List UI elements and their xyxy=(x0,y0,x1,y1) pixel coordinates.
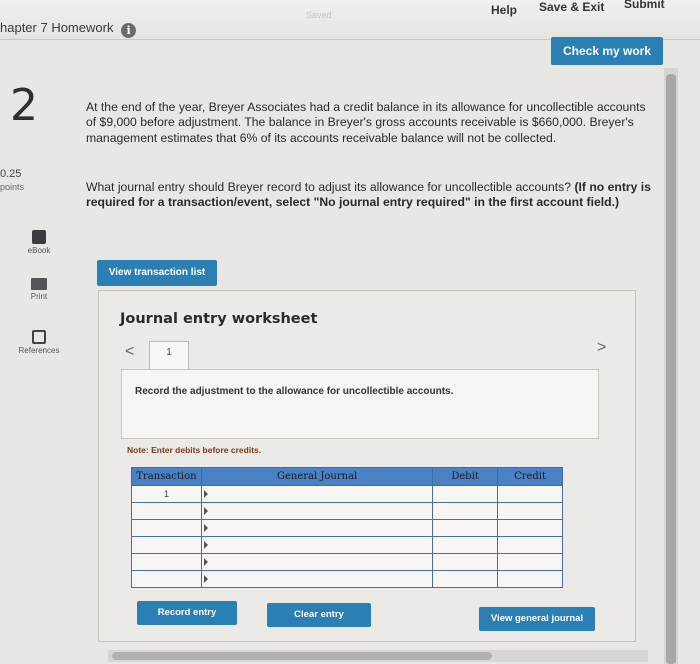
column-header-debit: Debit xyxy=(432,467,499,486)
sidebar-item-print[interactable]: Print xyxy=(4,278,74,301)
table-row xyxy=(131,570,563,588)
print-icon xyxy=(31,278,47,290)
view-general-journal-button[interactable]: View general journal xyxy=(479,607,595,631)
account-select[interactable] xyxy=(200,502,434,520)
journal-entry-worksheet: Journal entry worksheet < 1 > Record the… xyxy=(98,290,636,642)
debit-input[interactable] xyxy=(432,502,499,520)
sidebar-item-ebook[interactable]: eBook xyxy=(4,230,74,255)
instruction-text: Record the adjustment to the allowance f… xyxy=(135,386,454,397)
question-prompt: What journal entry should Breyer record … xyxy=(86,180,656,211)
credit-input[interactable] xyxy=(497,519,563,537)
question-body: At the end of the year, Breyer Associate… xyxy=(86,100,646,145)
sidebar-item-references[interactable]: References xyxy=(4,330,74,355)
instruction-box: Record the adjustment to the allowance f… xyxy=(121,369,599,439)
table-row: 1 xyxy=(131,485,563,503)
submit-link[interactable]: Submit xyxy=(624,0,665,11)
saved-indicator: Saved xyxy=(306,10,332,20)
clear-entry-button[interactable]: Clear entry xyxy=(267,603,371,627)
view-transaction-list-button[interactable]: View transaction list xyxy=(97,260,217,286)
note-text: Note: Enter debits before credits. xyxy=(127,445,262,455)
sidebar-item-label: References xyxy=(18,346,60,355)
transaction-cell xyxy=(131,570,202,588)
transaction-cell xyxy=(131,553,202,571)
column-header-transaction: Transaction xyxy=(131,467,202,486)
journal-table: Transaction General Journal Debit Credit… xyxy=(131,467,563,588)
chapter-title-text: hapter 7 Homework xyxy=(0,20,114,35)
next-arrow-icon[interactable]: > xyxy=(597,339,606,357)
help-link[interactable]: Help xyxy=(491,3,517,17)
transaction-cell xyxy=(131,536,202,554)
credit-input[interactable] xyxy=(497,570,563,588)
vertical-scrollbar[interactable] xyxy=(664,68,678,664)
prompt-text: What journal entry should Breyer record … xyxy=(86,180,575,194)
credit-input[interactable] xyxy=(497,536,563,554)
save-exit-link[interactable]: Save & Exit xyxy=(539,0,604,14)
vertical-scroll-thumb[interactable] xyxy=(666,74,676,664)
transaction-cell xyxy=(131,519,202,537)
check-my-work-button[interactable]: Check my work xyxy=(551,37,663,65)
points-value: 0.25 xyxy=(0,168,22,180)
account-select[interactable] xyxy=(200,485,434,503)
account-select[interactable] xyxy=(200,570,434,588)
prev-arrow-icon[interactable]: < xyxy=(125,343,134,361)
table-row xyxy=(131,502,563,520)
account-select[interactable] xyxy=(200,553,434,571)
debit-input[interactable] xyxy=(432,570,499,588)
debit-input[interactable] xyxy=(432,519,499,537)
debit-input[interactable] xyxy=(432,485,499,503)
table-row xyxy=(131,536,563,554)
references-icon xyxy=(32,330,46,344)
column-header-general-journal: General Journal xyxy=(200,467,434,486)
credit-input[interactable] xyxy=(497,502,563,520)
worksheet-title: Journal entry worksheet xyxy=(120,311,318,327)
credit-input[interactable] xyxy=(497,553,563,571)
horizontal-scrollbar[interactable] xyxy=(108,650,648,662)
table-row xyxy=(131,519,563,537)
sidebar-item-label: eBook xyxy=(27,246,51,255)
account-select[interactable] xyxy=(200,519,434,537)
tab-1[interactable]: 1 xyxy=(149,341,189,369)
info-icon[interactable]: i xyxy=(121,23,137,38)
points-label: points xyxy=(0,182,25,192)
record-entry-button[interactable]: Record entry xyxy=(137,601,237,625)
credit-input[interactable] xyxy=(497,485,563,503)
ebook-icon xyxy=(32,230,46,244)
chapter-title: hapter 7 Homework i xyxy=(0,20,137,38)
transaction-cell: 1 xyxy=(131,485,202,503)
horizontal-scroll-thumb[interactable] xyxy=(112,652,492,660)
account-select[interactable] xyxy=(200,536,434,554)
table-row xyxy=(131,553,563,571)
sidebar-item-label: Print xyxy=(30,292,48,301)
debit-input[interactable] xyxy=(432,536,499,554)
column-header-credit: Credit xyxy=(497,467,563,486)
question-number: 2 xyxy=(10,80,38,131)
transaction-cell xyxy=(131,502,202,520)
debit-input[interactable] xyxy=(432,553,499,571)
